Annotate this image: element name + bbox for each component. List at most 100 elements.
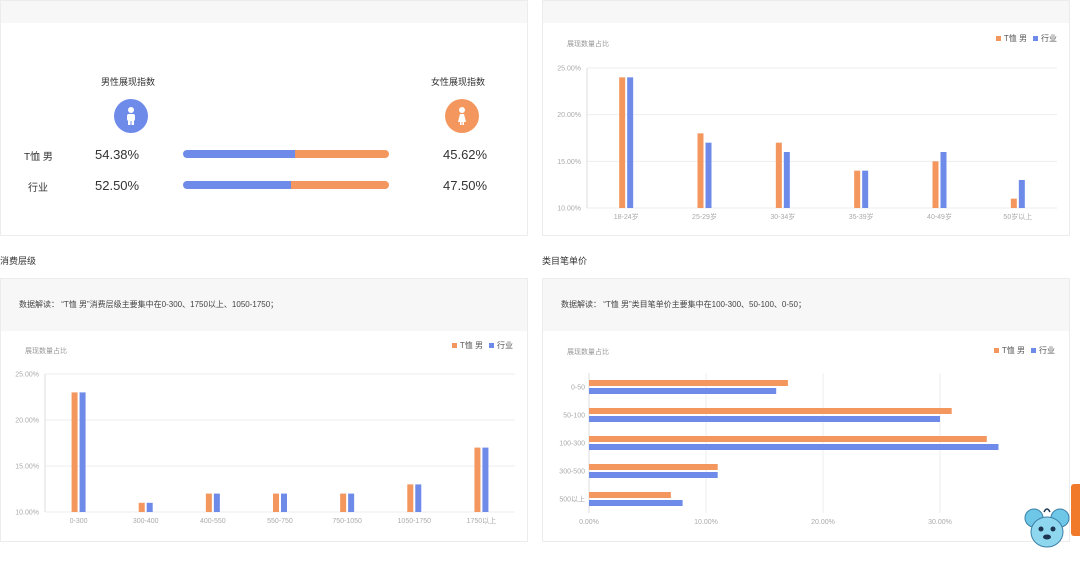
bar-secondary: [589, 416, 940, 422]
price-panel: 数据解读： “T恤 男”类目笔单价主要集中在100-300、50-100、0-5…: [542, 278, 1070, 542]
legend-label: 行业: [1039, 346, 1055, 355]
gender-row-label: T恤 男: [24, 152, 53, 163]
x-tick-label: 0.00%: [579, 519, 599, 526]
x-tick-label: 30-34岁: [770, 212, 795, 221]
y-tick-label: 0-50: [571, 385, 585, 392]
y-tick-label: 20.00%: [557, 112, 581, 119]
price-chart: 0.00% 10.00% 20.00% 30.00% 0-50 50-100 100-300…: [559, 373, 999, 526]
x-tick-label: 35-39岁: [849, 212, 874, 221]
legend-swatch: [993, 348, 999, 353]
female-icon: [445, 99, 479, 133]
age-chart: 10.00% 15.00% 20.00% 25.00% 18-24岁 25-29岁 30-3…: [557, 66, 1057, 221]
gender-bar: [183, 181, 389, 189]
y-tick-label: 15.00%: [15, 464, 39, 471]
bar-primary: [775, 142, 782, 208]
y-tick-label: 100-300: [559, 441, 585, 448]
gender-row-label: 行业: [28, 183, 48, 194]
bar-primary: [1010, 198, 1017, 208]
legend-swatch: [995, 36, 1001, 41]
x-tick-label: 550-750: [267, 518, 293, 525]
consumption-section-title: 消费层级: [0, 256, 37, 266]
x-tick-label: 1750以上: [467, 516, 497, 525]
bar-primary: [589, 464, 718, 470]
x-tick-label: 20.00%: [811, 519, 835, 526]
bar-secondary: [589, 388, 777, 394]
gender-bar-male: [183, 181, 292, 189]
gender-bar-female: [291, 181, 389, 189]
legend-label: 行业: [497, 341, 513, 350]
bar-primary: [589, 492, 671, 498]
bar-primary: [138, 502, 145, 512]
bar-secondary: [348, 493, 355, 512]
price-ylabel: 展现数量占比: [567, 349, 609, 356]
x-tick-label: 300-400: [133, 518, 159, 525]
legend-swatch: [1031, 348, 1036, 353]
legend-swatch: [1033, 36, 1038, 41]
bar-primary: [71, 392, 78, 512]
consumption-chart: 10.00% 15.00% 20.00% 25.00% 0-300 300-400 400-…: [15, 372, 515, 525]
bar-secondary: [627, 77, 634, 208]
y-tick-label: 25.00%: [557, 66, 581, 73]
y-tick-label: 10.00%: [15, 510, 39, 517]
gender-row-male-value: 52.50%: [95, 178, 140, 193]
legend-label: 行业: [1041, 34, 1057, 43]
bar-secondary: [589, 500, 683, 506]
legend-label: T恤 男: [1003, 34, 1027, 43]
age-header-bar: [543, 1, 1069, 23]
gender-bar: [183, 150, 389, 158]
gender-row-male-value: 54.38%: [95, 147, 140, 162]
bar-secondary: [415, 484, 422, 512]
x-tick-label: 18-24岁: [614, 212, 639, 221]
side-feedback-tab[interactable]: [1071, 484, 1080, 536]
price-legend: T恤 男 行业: [993, 345, 1055, 356]
bar-secondary: [146, 502, 153, 512]
age-panel: T恤 男 行业 展现数量占比 10.00% 15.00% 20.00% 25.00% 1…: [542, 0, 1070, 236]
mascot-icon[interactable]: [1022, 504, 1072, 554]
x-tick-label: 25-29岁: [692, 212, 717, 221]
legend-label: T恤 男: [459, 341, 483, 350]
gender-panel: 男性展现指数 女性展现指数 T恤 男 54.38% 45.62% 行业 52.5…: [0, 0, 528, 236]
bar-secondary: [589, 444, 999, 450]
bar-secondary: [589, 472, 718, 478]
bar-primary: [474, 447, 481, 512]
bar-secondary: [862, 170, 869, 208]
bar-primary: [205, 493, 212, 512]
x-tick-label: 750-1050: [332, 518, 362, 525]
bar-primary: [619, 77, 626, 208]
legend-swatch: [451, 343, 457, 348]
bar-primary: [273, 493, 279, 512]
x-tick-label: 10.00%: [694, 519, 718, 526]
bar-primary: [340, 493, 347, 512]
price-section-title: 类目笔单价: [542, 256, 588, 266]
gender-row-female-value: 47.50%: [443, 178, 488, 193]
x-tick-label: 0-300: [70, 518, 88, 525]
y-tick-label: 10.00%: [557, 206, 581, 213]
bar-primary: [589, 408, 952, 414]
bar-primary: [854, 170, 861, 208]
bar-primary: [589, 436, 987, 442]
bar-secondary: [1018, 180, 1025, 208]
x-tick-label: 50岁以上: [1003, 212, 1032, 221]
y-tick-label: 300-500: [559, 469, 585, 476]
age-ylabel: 展现数量占比: [567, 41, 609, 48]
male-title: 男性展现指数: [101, 77, 156, 87]
bar-secondary: [705, 142, 712, 208]
consumption-panel: 数据解读： “T恤 男”消费层级主要集中在0-300、1750以上、1050-1…: [0, 278, 528, 542]
gender-row-female-value: 45.62%: [443, 147, 488, 162]
x-tick-label: 30.00%: [928, 519, 952, 526]
bar-secondary: [940, 152, 947, 208]
consumption-ylabel: 展现数量占比: [25, 348, 67, 355]
y-tick-label: 15.00%: [557, 159, 581, 166]
x-tick-label: 40-49岁: [927, 212, 952, 221]
gender-header-bar: [1, 1, 527, 23]
consumption-legend: T恤 男 行业: [451, 340, 513, 351]
gender-bar-male: [183, 150, 296, 158]
bar-primary: [589, 380, 788, 386]
price-note: 数据解读： “T恤 男”类目笔单价主要集中在100-300、50-100、0-5…: [561, 300, 806, 309]
male-icon: [114, 99, 148, 133]
bar-primary: [407, 484, 414, 512]
bar-secondary: [783, 152, 790, 208]
bar-secondary: [281, 493, 287, 512]
legend-label: T恤 男: [1001, 346, 1025, 355]
gender-bar-female: [295, 150, 389, 158]
